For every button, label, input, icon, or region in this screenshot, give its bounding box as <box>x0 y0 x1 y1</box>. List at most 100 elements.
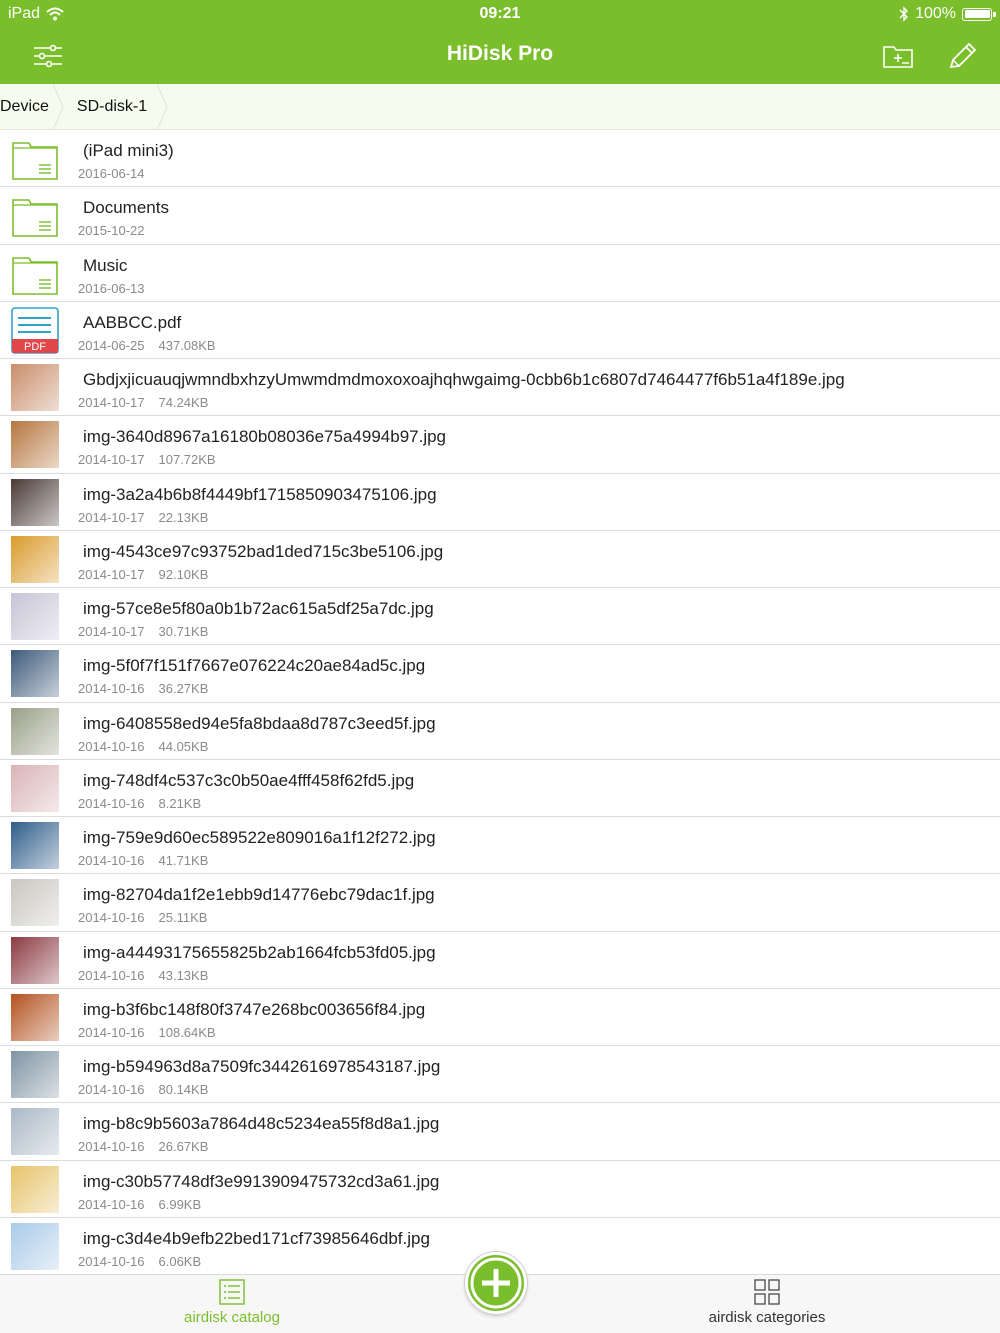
nav-bar: HiDisk Pro <box>0 28 1000 84</box>
file-date: 2015-10-22 <box>78 223 145 239</box>
file-meta: 2014-10-17 74.24KB <box>78 395 208 410</box>
file-size: 44.05KB <box>158 738 209 754</box>
file-size: 36.27KB <box>158 681 209 697</box>
file-size: 22.13KB <box>158 509 209 525</box>
file-meta: 2014-10-17 30.71KB <box>78 624 208 639</box>
status-time: 09:21 <box>479 5 521 22</box>
file-row[interactable]: img-748df4c537c3c0b50ae4fff458f62fd5.jpg… <box>0 760 1000 817</box>
file-name: img-3a2a4b6b8f4449bf1715850903475106.jpg <box>83 484 437 504</box>
battery-icon <box>962 7 996 21</box>
file-row[interactable]: GbdjxjicuauqjwmndbxhzyUmwmdmdmoxoxoajhqh… <box>0 359 1000 417</box>
file-size: 8.21KB <box>158 795 202 811</box>
file-size: 25.11KB <box>158 910 208 926</box>
file-meta: 2014-10-16 26.67KB <box>78 1139 208 1154</box>
file-name: img-759e9d60ec589522e809016a1f12f272.jpg <box>83 828 436 847</box>
file-row[interactable]: img-57ce8e5f80a0b1b72ac615a5df25a7dc.jpg… <box>0 588 1000 646</box>
file-meta: 2014-10-16 6.06KB <box>78 1254 201 1269</box>
status-bar: iPad 09:21 100% <box>0 0 1000 28</box>
file-date: 2016-06-14 <box>78 166 145 181</box>
file-size: 30.71KB <box>158 624 209 639</box>
edit-button[interactable] <box>946 40 980 72</box>
file-name: img-82704da1f2e1ebb9d14776ebc79dac1f.jpg <box>83 885 435 905</box>
breadcrumb-label: Device <box>0 97 49 115</box>
file-row[interactable]: img-3a2a4b6b8f4449bf1715850903475106.jpg… <box>0 474 1000 531</box>
file-date: 2014-10-17 <box>78 509 145 525</box>
plus-icon <box>470 1257 522 1309</box>
add-button[interactable] <box>465 1252 527 1314</box>
file-meta: 2014-10-16 41.71KB <box>78 853 208 868</box>
file-meta: 2014-10-16 8.21KB <box>78 796 201 811</box>
image-thumbnail <box>11 993 59 1041</box>
file-size: 6.99KB <box>158 1196 202 1212</box>
top-bar: iPad 09:21 100% HiDisk Pro <box>0 0 1000 84</box>
image-thumbnail <box>11 1108 59 1156</box>
new-folder-button[interactable] <box>881 40 915 72</box>
tab-label: airdisk catalog <box>184 1309 280 1326</box>
file-size: 6.06KB <box>158 1253 202 1269</box>
file-row[interactable]: img-b3f6bc148f80f3747e268bc003656f84.jpg… <box>0 989 1000 1046</box>
image-thumbnail <box>11 650 59 698</box>
file-size: 41.71KB <box>158 853 209 868</box>
file-name: img-57ce8e5f80a0b1b72ac615a5df25a7dc.jpg <box>83 599 434 618</box>
file-date: 2014-10-16 <box>78 1024 145 1040</box>
file-size: 74.24KB <box>158 395 209 410</box>
file-size: 92.10KB <box>158 566 209 582</box>
file-row[interactable]: img-b594963d8a7509fc3442616978543187.jpg… <box>0 1046 1000 1104</box>
file-name: img-748df4c537c3c0b50ae4fff458f62fd5.jpg <box>83 770 415 790</box>
file-row[interactable]: img-a44493175655825b2ab1664fcb53fd05.jpg… <box>0 932 1000 989</box>
file-meta: 2016-06-13 <box>78 281 145 296</box>
file-row[interactable]: img-4543ce97c93752bad1ded715c3be5106.jpg… <box>0 531 1000 588</box>
file-size: 80.14KB <box>158 1082 209 1097</box>
file-name: img-5f0f7f151f7667e076224c20ae84ad5c.jpg <box>83 656 426 676</box>
file-meta: 2014-10-16 6.99KB <box>78 1197 201 1212</box>
file-meta: 2014-10-16 44.05KB <box>78 739 208 754</box>
file-row[interactable]: img-6408558ed94e5fa8bdaa8d787c3eed5f.jpg… <box>0 703 1000 760</box>
breadcrumb-device[interactable]: Device <box>0 84 73 129</box>
tab-airdisk-categories[interactable]: airdisk categories <box>667 1279 867 1326</box>
battery-percent: 100% <box>915 5 956 22</box>
file-date: 2014-06-25 <box>78 337 145 353</box>
status-right: 100% <box>899 5 996 23</box>
file-row[interactable]: img-759e9d60ec589522e809016a1f12f272.jpg… <box>0 817 1000 875</box>
file-date: 2014-10-16 <box>78 738 145 754</box>
image-thumbnail <box>11 764 59 812</box>
file-date: 2014-10-17 <box>78 395 145 410</box>
file-row[interactable]: img-c30b57748df3e9913909475732cd3a61.jpg… <box>0 1161 1000 1218</box>
bluetooth-icon <box>899 6 909 22</box>
file-date: 2014-10-16 <box>78 910 145 926</box>
file-name: img-6408558ed94e5fa8bdaa8d787c3eed5f.jpg <box>83 713 436 733</box>
grid-icon <box>754 1279 780 1305</box>
image-thumbnail <box>11 822 59 869</box>
file-list: (iPad mini3) 2016-06-14 Documents 2015-10-2… <box>0 130 1000 1274</box>
tab-airdisk-catalog[interactable]: airdisk catalog <box>132 1279 332 1326</box>
file-meta: 2014-10-16 80.14KB <box>78 1082 208 1097</box>
file-row[interactable]: img-5f0f7f151f7667e076224c20ae84ad5c.jpg… <box>0 645 1000 703</box>
file-meta: 2014-10-16 36.27KB <box>78 681 208 696</box>
file-row[interactable]: (iPad mini3) 2016-06-14 <box>0 130 1000 188</box>
file-name: AABBCC.pdf <box>83 312 182 332</box>
file-row[interactable]: Music 2016-06-13 <box>0 245 1000 302</box>
file-row[interactable]: img-3640d8967a16180b08036e75a4994b97.jpg… <box>0 416 1000 474</box>
file-row[interactable]: img-82704da1f2e1ebb9d14776ebc79dac1f.jpg… <box>0 874 1000 932</box>
file-meta: 2014-10-17 22.13KB <box>78 510 208 525</box>
file-name: img-3640d8967a16180b08036e75a4994b97.jpg <box>83 427 447 447</box>
file-name: Documents <box>83 198 169 218</box>
app-title: HiDisk Pro <box>446 42 554 65</box>
file-name: (iPad mini3) <box>83 141 174 160</box>
file-date: 2014-10-16 <box>78 795 145 811</box>
file-row[interactable]: img-b8c9b5603a7864d48c5234ea55f8d8a1.jpg… <box>0 1103 1000 1161</box>
file-name: img-b594963d8a7509fc3442616978543187.jpg <box>83 1057 441 1076</box>
file-date: 2014-10-16 <box>78 681 145 697</box>
file-date: 2014-10-17 <box>78 452 145 468</box>
breadcrumb: Device SD-disk-1 <box>0 84 1000 130</box>
image-thumbnail <box>11 421 59 469</box>
image-thumbnail <box>11 1222 59 1270</box>
image-thumbnail <box>11 879 59 927</box>
svg-text:PDF: PDF <box>24 341 46 353</box>
image-thumbnail <box>11 1051 59 1098</box>
breadcrumb-sd-disk[interactable]: SD-disk-1 <box>77 84 167 129</box>
file-row[interactable]: Documents 2015-10-22 <box>0 187 1000 245</box>
file-row[interactable]: PDF AABBCC.pdf 2014-06-25 437.08KB <box>0 302 1000 359</box>
image-thumbnail <box>11 364 59 411</box>
file-date: 2014-10-16 <box>78 1139 145 1155</box>
